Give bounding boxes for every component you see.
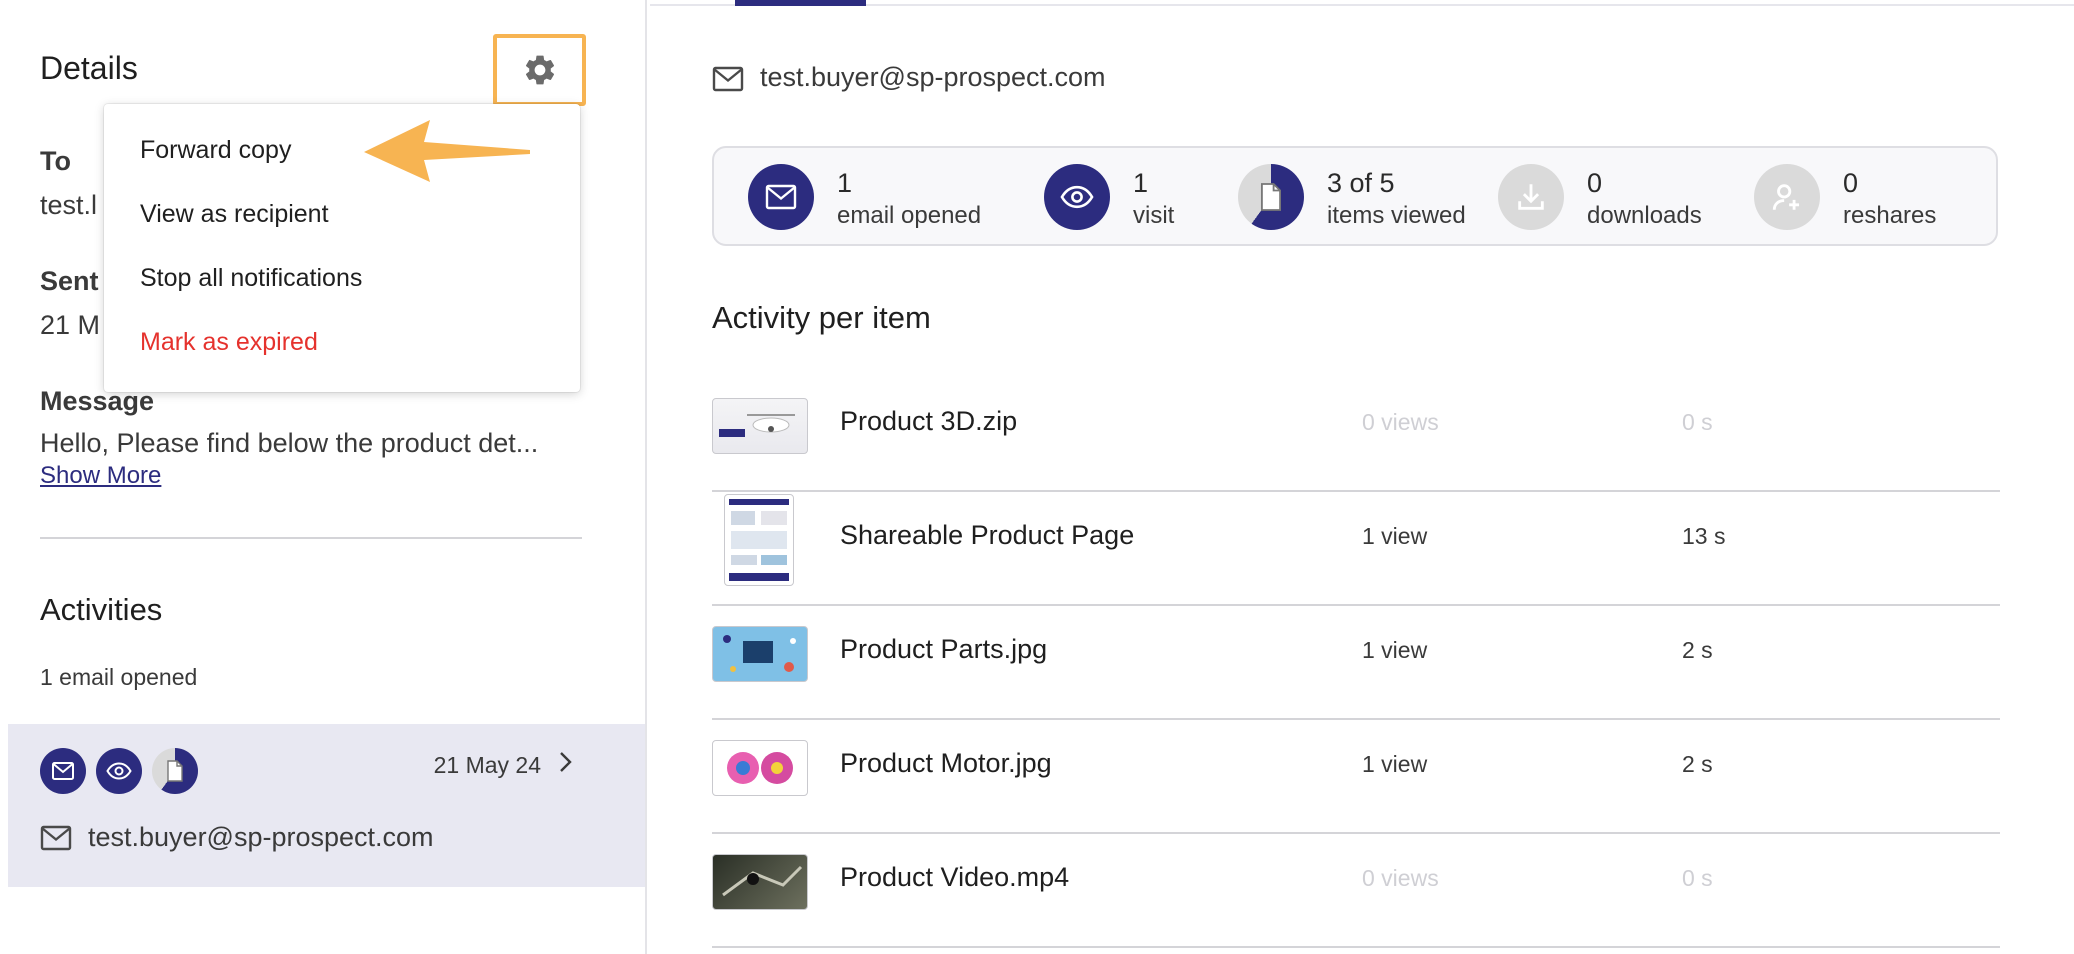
menu-item-mark-expired[interactable]: Mark as expired (140, 328, 318, 357)
activities-title: Activities (40, 592, 163, 627)
item-views: 1 view (1362, 523, 1428, 549)
item-row[interactable]: Product Motor.jpg 1 view 2 s (712, 720, 2000, 834)
eye-icon (96, 748, 142, 794)
divider (40, 537, 582, 539)
item-name: Shareable Product Page (840, 520, 1135, 550)
activity-date: 21 May 24 (433, 752, 541, 778)
activity-card[interactable]: 21 May 24 test.buyer@sp-prospect.com (8, 724, 645, 887)
message-text: Hello, Please find below the product det… (40, 428, 539, 458)
activities-count: 1 email opened (40, 664, 198, 690)
item-row[interactable]: Shareable Product Page 1 view 13 s (712, 492, 2000, 606)
stat-value: 0 (1843, 168, 1859, 198)
item-name: Product 3D.zip (840, 406, 1018, 436)
email-icon (748, 164, 814, 230)
panel-divider (645, 0, 647, 954)
gear-icon (525, 55, 554, 85)
item-views: 1 view (1362, 751, 1428, 777)
stat-label: reshares (1843, 202, 1937, 229)
item-row[interactable]: Product 3D.zip 0 views 0 s (712, 378, 2000, 492)
sent-value: 21 M (40, 310, 101, 340)
stat-label: downloads (1587, 202, 1702, 229)
eye-icon (1044, 164, 1110, 230)
item-name: Product Video.mp4 (840, 862, 1070, 892)
menu-item-forward-copy[interactable]: Forward copy (140, 136, 291, 165)
item-thumbnail (712, 626, 808, 682)
stat-value: 0 (1587, 168, 1603, 198)
email-icon (40, 748, 86, 794)
details-title: Details (40, 50, 138, 86)
item-views: 0 views (1362, 865, 1439, 891)
active-tab-indicator (735, 0, 866, 6)
chevron-right-icon (555, 748, 575, 781)
menu-item-stop-notifications[interactable]: Stop all notifications (140, 264, 362, 293)
menu-item-view-as-recipient[interactable]: View as recipient (140, 200, 329, 229)
show-more-link[interactable]: Show More (40, 462, 161, 490)
mail-icon (40, 825, 72, 856)
download-icon (1498, 164, 1564, 230)
item-thumbnail (724, 494, 794, 586)
item-name: Product Motor.jpg (840, 748, 1052, 778)
stat-label: visit (1133, 202, 1175, 229)
document-progress-icon (152, 748, 198, 794)
settings-button[interactable] (493, 34, 586, 106)
to-value: test.l (40, 190, 98, 220)
item-row[interactable]: Product Parts.jpg 1 view 2 s (712, 606, 2000, 720)
stat-value: 3 of 5 (1327, 168, 1395, 198)
document-progress-icon (1238, 164, 1304, 230)
item-time: 2 s (1682, 751, 1713, 777)
item-time: 2 s (1682, 637, 1713, 663)
row-divider (712, 946, 2000, 948)
item-views: 1 view (1362, 637, 1428, 663)
stats-summary: 1 email opened 1 visit 3 of 5 items view… (712, 146, 1998, 246)
item-views: 0 views (1362, 409, 1439, 435)
item-thumbnail (712, 854, 808, 910)
item-thumbnail (712, 740, 808, 796)
item-name: Product Parts.jpg (840, 634, 1048, 664)
item-time: 13 s (1682, 523, 1726, 549)
stat-value: 1 (837, 168, 853, 198)
stat-label: items viewed (1327, 202, 1466, 229)
annotation-arrow (362, 118, 532, 189)
add-user-icon (1754, 164, 1820, 230)
mail-icon (712, 66, 744, 97)
item-thumbnail (712, 398, 808, 454)
item-time: 0 s (1682, 865, 1713, 891)
to-label: To (40, 146, 71, 176)
item-time: 0 s (1682, 409, 1713, 435)
item-row[interactable]: Product Video.mp4 0 views 0 s (712, 834, 2000, 948)
sent-label: Sent (40, 266, 99, 296)
stat-value: 1 (1133, 168, 1149, 198)
activity-per-item-title: Activity per item (712, 300, 931, 335)
recipient-email: test.buyer@sp-prospect.com (760, 62, 1106, 92)
stat-label: email opened (837, 202, 982, 229)
activity-email: test.buyer@sp-prospect.com (88, 822, 434, 852)
